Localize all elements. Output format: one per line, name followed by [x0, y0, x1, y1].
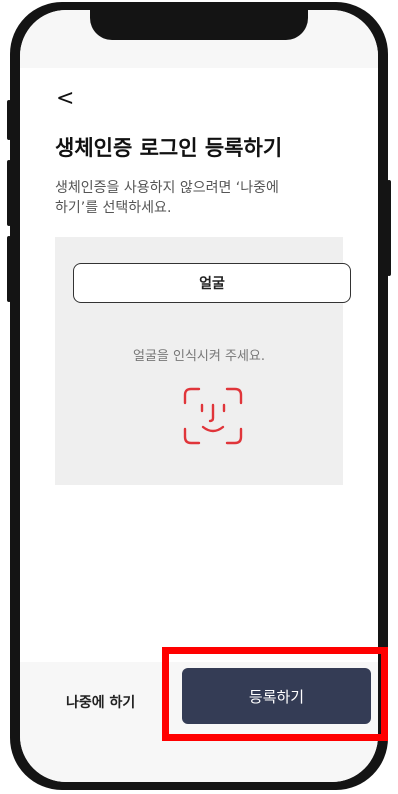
page-title: 생체인증 로그인 등록하기	[55, 136, 283, 160]
later-button[interactable]: 나중에 하기	[66, 692, 135, 712]
chevron-left-icon: <	[56, 86, 75, 111]
phone-side-button	[7, 236, 11, 302]
face-id-icon	[183, 387, 243, 445]
phone-side-button	[387, 180, 391, 276]
description-line: 생체인증을 사용하지 않으려면 ‘나중에	[55, 180, 279, 196]
face-method-tab[interactable]: 얼굴	[73, 263, 351, 303]
highlight-box	[162, 647, 388, 741]
page-description: 생체인증을 사용하지 않으려면 ‘나중에 하기’를 선택하세요.	[55, 178, 345, 218]
description-line: 하기’를 선택하세요.	[55, 200, 172, 216]
back-button[interactable]: <	[56, 88, 74, 110]
biometric-panel: 얼굴 얼굴을 인식시켜 주세요.	[55, 237, 351, 485]
face-prompt: 얼굴을 인식시켜 주세요.	[133, 349, 265, 364]
face-method-label: 얼굴	[199, 276, 225, 292]
phone-side-button	[7, 160, 11, 226]
phone-notch	[90, 10, 308, 40]
phone-side-button	[7, 100, 11, 140]
